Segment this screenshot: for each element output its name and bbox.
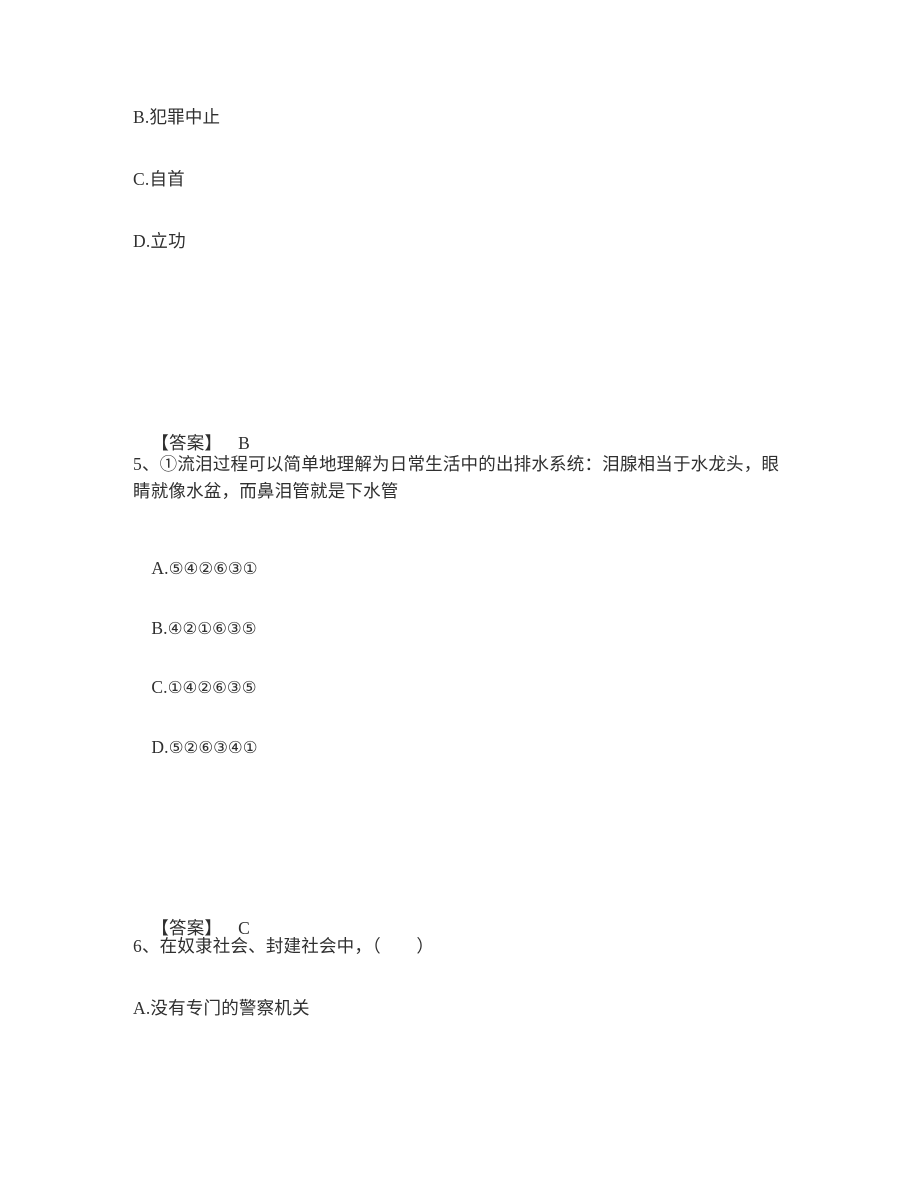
- question-5-option-a-sequence: ⑤④②⑥③①: [168, 559, 258, 578]
- question-5-option-d: D.⑤②⑥③④①: [133, 716, 793, 779]
- question-5-option-d-letter: D.: [151, 737, 169, 757]
- answer-value: B: [238, 433, 250, 453]
- question-5-option-c-letter: C.: [151, 677, 168, 697]
- question-5-option-b-letter: B.: [151, 618, 168, 638]
- question-5-option-a-letter: A.: [151, 558, 169, 578]
- answer-value: C: [238, 918, 250, 938]
- answer-label: 【答案】: [151, 918, 223, 938]
- option-c-previous-question: C.自首: [133, 169, 185, 189]
- question-5-option-b-sequence: ④②①⑥③⑤: [167, 619, 257, 638]
- question-5-option-a: A.⑤④②⑥③①: [133, 537, 793, 600]
- option-b-previous-question: B.犯罪中止: [133, 107, 221, 127]
- question-5-option-b: B.④②①⑥③⑤: [133, 597, 793, 660]
- answer-label: 【答案】: [151, 433, 223, 453]
- document-page: B.犯罪中止 C.自首 D.立功 【答案】 B 5、①流泪过程可以简单地理解为日常…: [0, 0, 920, 1191]
- question-5-option-c: C.①④②⑥③⑤: [133, 656, 793, 719]
- question-6-stem: 6、在奴隶社会、封建社会中，（ ）: [133, 936, 435, 956]
- question-5-stem: 5、①流泪过程可以简单地理解为日常生活中的出排水系统：泪腺相当于水龙头，眼睛就像…: [133, 454, 780, 501]
- question-6-option-a: A.没有专门的警察机关: [133, 998, 310, 1018]
- question-5-option-c-sequence: ①④②⑥③⑤: [167, 678, 257, 697]
- question-5-option-d-sequence: ⑤②⑥③④①: [168, 738, 258, 757]
- option-d-previous-question: D.立功: [133, 231, 186, 251]
